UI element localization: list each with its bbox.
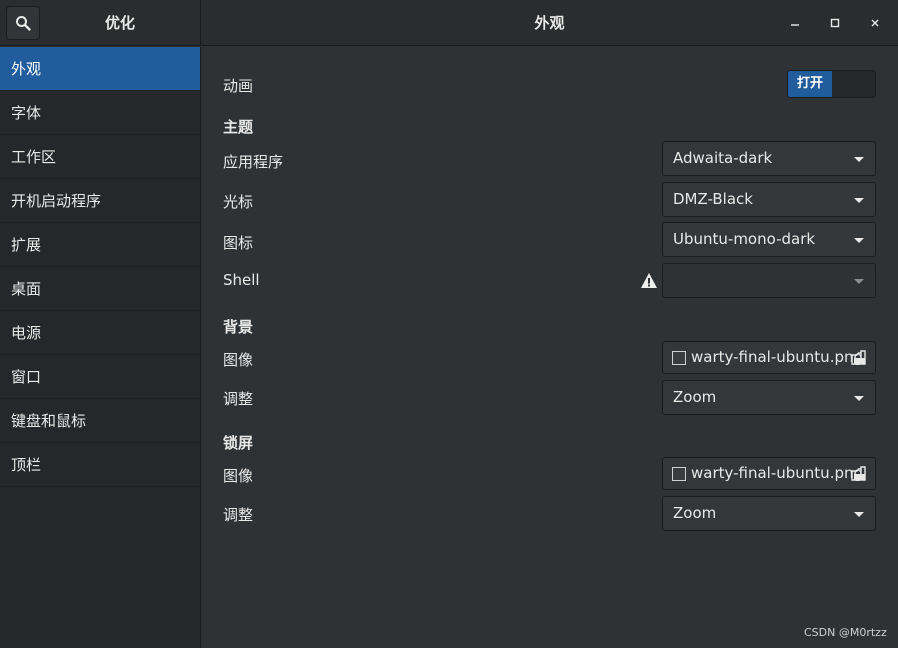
shell-label: Shell bbox=[223, 271, 260, 289]
image-file-icon bbox=[672, 351, 686, 365]
sidebar-item-workspaces[interactable]: 工作区 bbox=[0, 135, 200, 179]
icons-theme-dropdown[interactable]: Ubuntu-mono-dark bbox=[662, 222, 876, 257]
sidebar-item-label: 电源 bbox=[11, 324, 42, 342]
sidebar-item-label: 字体 bbox=[11, 104, 42, 122]
sidebar-item-desktop[interactable]: 桌面 bbox=[0, 267, 200, 311]
cursor-label: 光标 bbox=[223, 193, 254, 211]
maximize-button[interactable] bbox=[820, 8, 850, 38]
dropdown-arrow-icon bbox=[854, 279, 864, 284]
close-button[interactable] bbox=[860, 8, 890, 38]
maximize-icon bbox=[830, 18, 840, 28]
search-button[interactable] bbox=[6, 6, 40, 40]
sidebar-item-label: 窗口 bbox=[11, 368, 42, 386]
sidebar-item-label: 键盘和鼠标 bbox=[11, 412, 87, 430]
header-bar: 优化 外观 bbox=[0, 0, 898, 46]
background-image-label: 图像 bbox=[223, 351, 254, 369]
close-icon bbox=[871, 19, 879, 27]
sidebar-title: 优化 bbox=[104, 14, 135, 32]
background-adjust-dropdown[interactable]: Zoom bbox=[662, 380, 876, 415]
sidebar-item-label: 桌面 bbox=[11, 280, 42, 298]
sidebar: 外观 字体 工作区 开机启动程序 扩展 桌面 电源 窗口 键盘和鼠标 顶栏 bbox=[0, 47, 201, 648]
applications-theme-dropdown[interactable]: Adwaita-dark bbox=[662, 141, 876, 176]
dropdown-arrow-icon bbox=[854, 396, 864, 401]
dropdown-arrow-icon bbox=[854, 238, 864, 243]
lockscreen-adjust-dropdown[interactable]: Zoom bbox=[662, 496, 876, 531]
sidebar-item-fonts[interactable]: 字体 bbox=[0, 91, 200, 135]
lockscreen-adjust-label: 调整 bbox=[223, 506, 254, 524]
image-file-icon bbox=[672, 467, 686, 481]
dropdown-value: Zoom bbox=[673, 388, 717, 406]
dropdown-value: Ubuntu-mono-dark bbox=[673, 230, 816, 248]
icons-label: 图标 bbox=[223, 234, 254, 252]
sidebar-item-keyboard-mouse[interactable]: 键盘和鼠标 bbox=[0, 399, 200, 443]
background-section-heading: 背景 bbox=[223, 318, 254, 336]
minimize-button[interactable] bbox=[780, 8, 810, 38]
sidebar-item-label: 扩展 bbox=[11, 236, 42, 254]
sidebar-item-label: 顶栏 bbox=[11, 456, 42, 474]
dropdown-arrow-icon bbox=[854, 198, 864, 203]
background-adjust-label: 调整 bbox=[223, 390, 254, 408]
sidebar-item-label: 外观 bbox=[11, 60, 42, 78]
sidebar-item-extensions[interactable]: 扩展 bbox=[0, 223, 200, 267]
lockscreen-section-heading: 锁屏 bbox=[223, 434, 254, 452]
file-name: warty-final-ubuntu.png bbox=[691, 464, 864, 482]
applications-label: 应用程序 bbox=[223, 153, 284, 171]
sidebar-item-label: 开机启动程序 bbox=[11, 192, 102, 210]
shell-theme-dropdown[interactable] bbox=[662, 263, 876, 298]
dropdown-value: DMZ-Black bbox=[673, 190, 753, 208]
sidebar-item-top-bar[interactable]: 顶栏 bbox=[0, 443, 200, 487]
dropdown-value: Adwaita-dark bbox=[673, 149, 773, 167]
sidebar-header: 优化 bbox=[0, 0, 201, 46]
search-icon bbox=[16, 16, 31, 31]
animation-switch[interactable]: 打开 bbox=[787, 70, 876, 98]
lockscreen-image-file-button[interactable]: warty-final-ubuntu.png bbox=[662, 457, 876, 490]
warning-icon bbox=[641, 273, 657, 288]
watermark: CSDN @M0rtzz bbox=[804, 626, 887, 639]
file-name: warty-final-ubuntu.png bbox=[691, 348, 864, 366]
folder-open-icon bbox=[851, 350, 866, 365]
sidebar-item-startup-apps[interactable]: 开机启动程序 bbox=[0, 179, 200, 223]
background-image-file-button[interactable]: warty-final-ubuntu.png bbox=[662, 341, 876, 374]
dropdown-arrow-icon bbox=[854, 157, 864, 162]
animation-label: 动画 bbox=[223, 77, 254, 95]
dropdown-value: Zoom bbox=[673, 504, 717, 522]
sidebar-item-label: 工作区 bbox=[11, 148, 57, 166]
switch-on-label: 打开 bbox=[788, 71, 832, 97]
sidebar-item-power[interactable]: 电源 bbox=[0, 311, 200, 355]
minimize-icon bbox=[791, 24, 799, 26]
sidebar-item-appearance[interactable]: 外观 bbox=[0, 47, 200, 91]
sidebar-item-windows[interactable]: 窗口 bbox=[0, 355, 200, 399]
dropdown-arrow-icon bbox=[854, 512, 864, 517]
lockscreen-image-label: 图像 bbox=[223, 467, 254, 485]
themes-section-heading: 主题 bbox=[223, 118, 254, 136]
appearance-panel: 动画 打开 主题 应用程序 Adwaita-dark 光标 DMZ-Black … bbox=[202, 47, 898, 648]
folder-open-icon bbox=[851, 466, 866, 481]
cursor-theme-dropdown[interactable]: DMZ-Black bbox=[662, 182, 876, 217]
